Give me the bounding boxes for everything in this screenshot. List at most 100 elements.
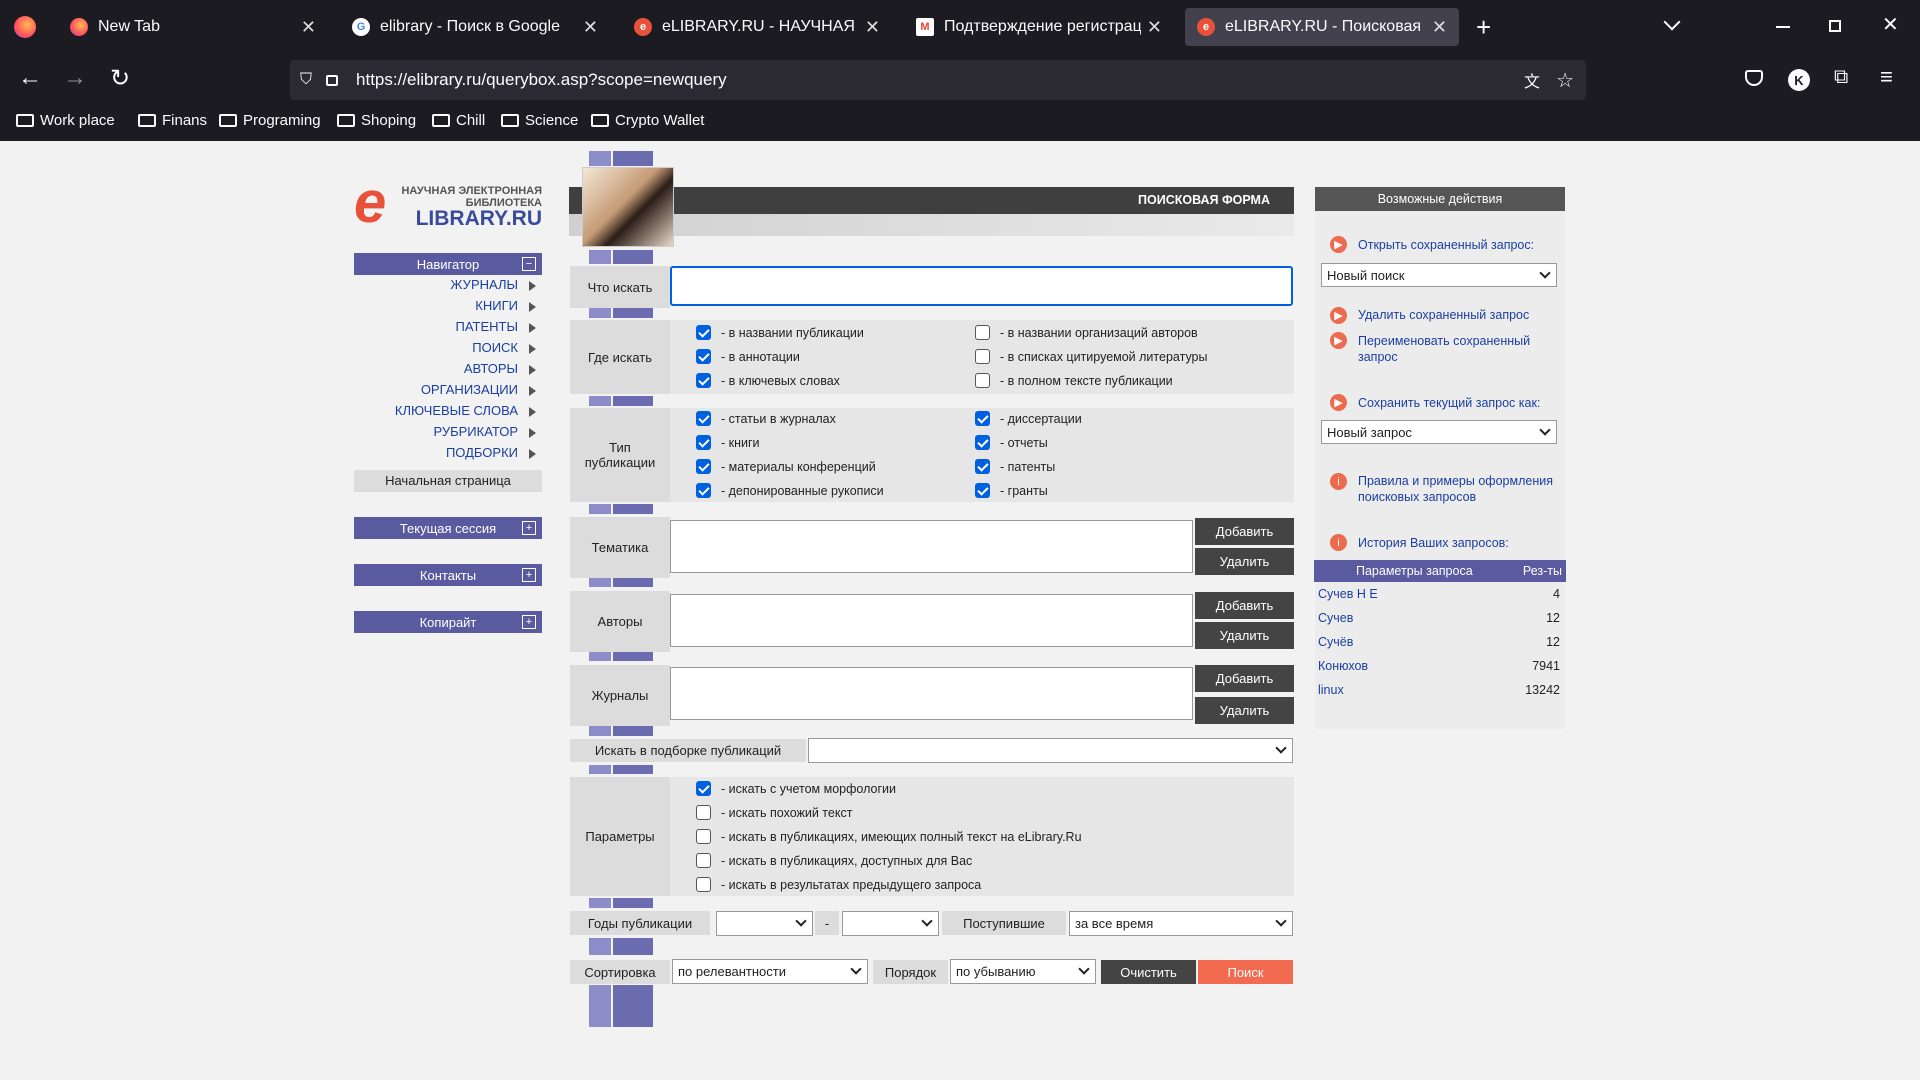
bookmark-star-icon[interactable]: ☆ [1556,68,1574,93]
checkbox[interactable] [696,805,711,820]
year-to-select[interactable] [842,911,939,936]
param-available-option[interactable]: - искать в публикациях, доступных для Ва… [696,853,972,868]
year-from-select[interactable] [716,911,813,936]
history-query[interactable]: linux [1318,683,1344,697]
checkbox[interactable] [696,829,711,844]
received-select[interactable]: за все время [1069,911,1293,936]
type-reports-option[interactable]: - отчеты [975,435,1048,450]
tab-elibrary-main[interactable]: e eLIBRARY.RU - НАУЧНАЯ ЭЛЕК ✕ [622,8,892,46]
elibrary-logo[interactable]: e НАУЧНАЯ ЭЛЕКТРОННАЯ БИБЛИОТЕКА LIBRARY… [354,170,542,235]
journals-list[interactable] [670,667,1193,720]
where-title-option[interactable]: - в названии публикации [696,325,864,340]
checkbox[interactable] [696,411,711,426]
where-references-option[interactable]: - в списках цитируемой литературы [975,349,1208,364]
history-query[interactable]: Сучёв [1318,635,1353,649]
type-grants-option[interactable]: - гранты [975,483,1048,498]
bookmark-programing[interactable]: Programing [219,112,321,129]
close-tab-icon[interactable]: ✕ [1147,17,1162,38]
rename-saved-link[interactable]: Переименовать сохраненный запрос [1358,333,1548,365]
checkbox[interactable] [696,349,711,364]
forward-icon[interactable]: → [59,64,91,92]
type-books-option[interactable]: - книги [696,435,760,450]
expand-icon[interactable]: + [522,521,536,535]
rules-link[interactable]: Правила и примеры оформления поисковых з… [1358,473,1558,505]
checkbox[interactable] [696,435,711,450]
lock-icon[interactable] [326,74,339,86]
checkbox[interactable] [975,325,990,340]
close-tab-icon[interactable]: ✕ [1432,17,1447,38]
extensions-icon[interactable]: ⧉ [1834,66,1848,89]
checkbox[interactable] [696,877,711,892]
copyright-header[interactable]: Копирайт + [354,611,542,633]
journals-remove-button[interactable]: Удалить [1195,697,1294,724]
nav-rubricator[interactable]: РУБРИКАТОР [354,424,542,444]
tab-google[interactable]: G elibrary - Поиск в Google ✕ [340,8,610,46]
expand-icon[interactable]: + [522,568,536,582]
param-previous-option[interactable]: - искать в результатах предыдущего запро… [696,877,981,892]
save-as-select[interactable]: Новый запрос [1321,420,1557,444]
param-similar-option[interactable]: - искать похожий текст [696,805,852,820]
type-manuscripts-option[interactable]: - депонированные рукописи [696,483,884,498]
nav-collections[interactable]: ПОДБОРКИ [354,445,542,465]
type-dissertations-option[interactable]: - диссертации [975,411,1082,426]
open-saved-select[interactable]: Новый поиск [1321,263,1557,287]
close-tab-icon[interactable]: ✕ [301,17,316,38]
where-org-option[interactable]: - в названии организаций авторов [975,325,1198,340]
navigator-header[interactable]: Навигатор − [354,253,542,275]
type-conferences-option[interactable]: - материалы конференций [696,459,876,474]
translate-icon[interactable]: 文 [1524,68,1540,92]
new-tab-icon[interactable]: + [1476,12,1491,43]
history-row[interactable]: linux 13242 [1318,683,1564,705]
nav-journals[interactable]: ЖУРНАЛЫ [354,277,542,297]
save-as-link[interactable]: Сохранить текущий запрос как: [1358,395,1540,411]
session-header[interactable]: Текущая сессия + [354,517,542,539]
authors-list[interactable] [670,594,1193,647]
bookmark-crypto-wallet[interactable]: Crypto Wallet [591,112,704,129]
history-query[interactable]: Сучев [1318,611,1353,625]
checkbox[interactable] [696,781,711,796]
history-row[interactable]: Сучев Н Е 4 [1318,587,1564,609]
param-morphology-option[interactable]: - искать с учетом морфологии [696,781,896,796]
delete-saved-link[interactable]: Удалить сохраненный запрос [1358,307,1529,323]
history-query[interactable]: Сучев Н Е [1318,587,1378,601]
authors-remove-button[interactable]: Удалить [1195,622,1294,649]
restore-icon[interactable] [1829,20,1841,32]
checkbox[interactable] [975,435,990,450]
menu-icon[interactable]: ≡ [1880,64,1893,90]
type-patents-option[interactable]: - патенты [975,459,1055,474]
pocket-icon[interactable] [1745,70,1763,86]
tab-gmail[interactable]: M Подтверждение регистрации ✕ [904,8,1174,46]
order-select[interactable]: по убыванию [950,959,1096,984]
history-row[interactable]: Конюхов 7941 [1318,659,1564,681]
history-query[interactable]: Конюхов [1318,659,1368,673]
where-fulltext-option[interactable]: - в полном тексте публикации [975,373,1173,388]
authors-add-button[interactable]: Добавить [1195,592,1294,619]
nav-books[interactable]: КНИГИ [354,298,542,318]
close-tab-icon[interactable]: ✕ [583,17,598,38]
profile-avatar[interactable]: K [1788,69,1810,91]
close-tab-icon[interactable]: ✕ [865,17,880,38]
bookmark-shoping[interactable]: Shoping [337,112,416,129]
firefox-icon[interactable] [14,16,36,38]
minimize-icon[interactable] [1776,26,1790,28]
checkbox[interactable] [696,459,711,474]
sort-select[interactable]: по релевантности [672,959,868,984]
where-keywords-option[interactable]: - в ключевых словах [696,373,840,388]
nav-authors[interactable]: АВТОРЫ [354,361,542,381]
topics-list[interactable] [670,520,1193,573]
open-saved-link[interactable]: Открыть сохраненный запрос: [1358,237,1534,253]
nav-search[interactable]: ПОИСК [354,340,542,360]
bookmark-work-place[interactable]: Work place [16,112,115,129]
history-row[interactable]: Сучев 12 [1318,611,1564,633]
nav-keywords[interactable]: КЛЮЧЕВЫЕ СЛОВА [354,403,542,423]
checkbox[interactable] [696,483,711,498]
collection-select[interactable] [808,738,1293,763]
address-bar[interactable]: ⛉ https://elibrary.ru/querybox.asp?scope… [290,60,1586,100]
shield-icon[interactable]: ⛉ [300,71,312,89]
collapse-icon[interactable]: − [522,257,536,271]
checkbox[interactable] [696,853,711,868]
reload-icon[interactable]: ↻ [104,64,136,93]
nav-patents[interactable]: ПАТЕНТЫ [354,319,542,339]
param-fulltext-option[interactable]: - искать в публикациях, имеющих полный т… [696,829,1082,844]
tab-new-tab[interactable]: New Tab ✕ [58,8,328,46]
